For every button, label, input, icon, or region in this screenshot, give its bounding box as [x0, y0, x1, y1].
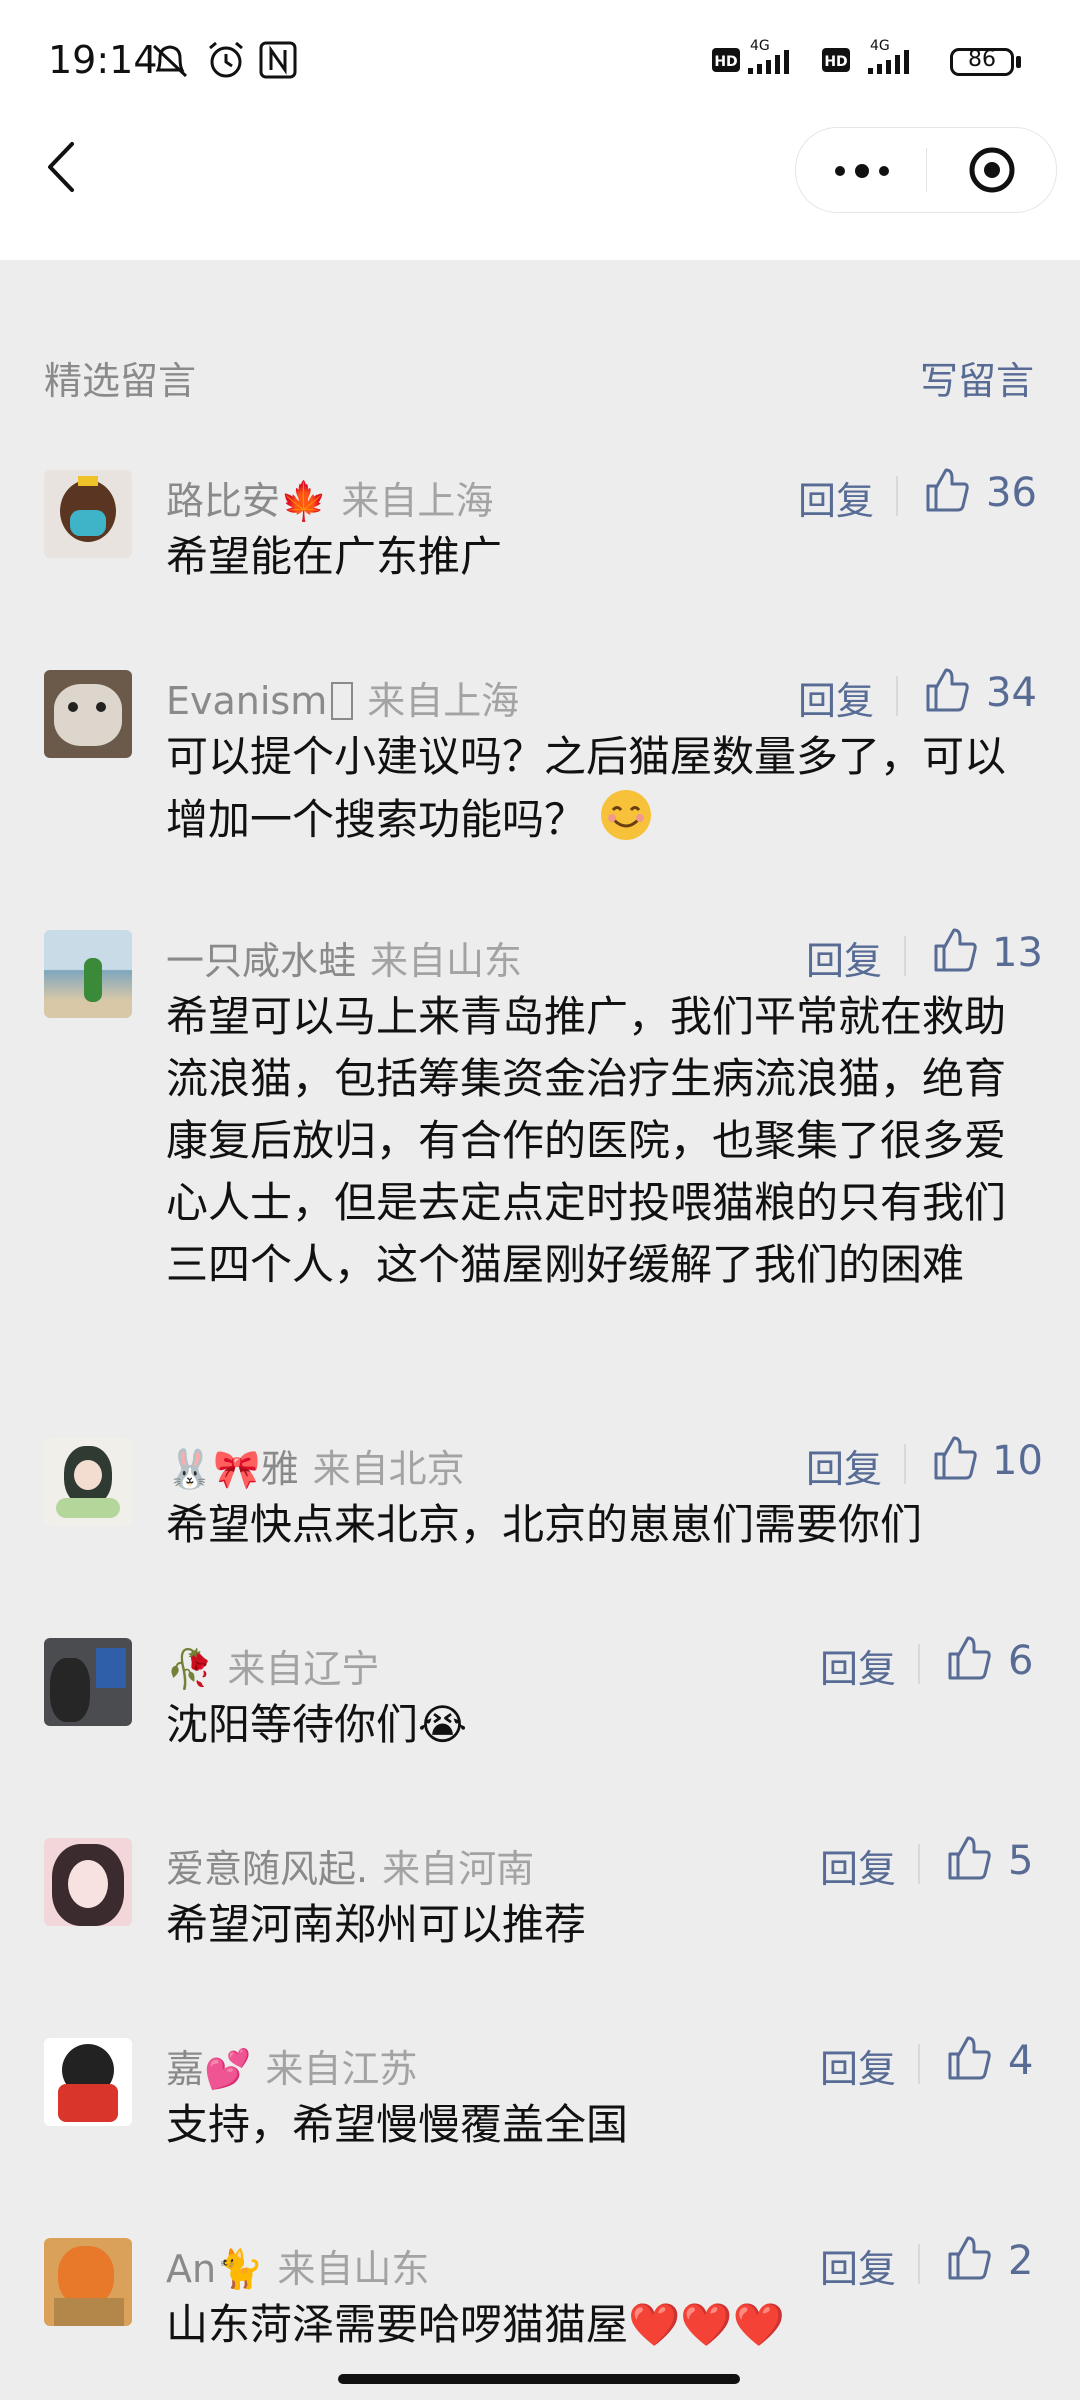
divider — [918, 1644, 920, 1684]
author-location: 来自上海 — [341, 479, 494, 523]
write-comment-button[interactable]: 写留言 — [920, 350, 1034, 405]
thumbs-up-icon[interactable] — [946, 1834, 992, 1882]
comment-author: Evanism 来自上海 — [166, 670, 519, 725]
divider — [896, 476, 898, 516]
svg-text:4G: 4G — [870, 38, 890, 54]
thumbs-up-icon[interactable] — [946, 2034, 992, 2082]
author-name: 路比安🍁 — [166, 479, 328, 523]
author-name: Evanism — [166, 679, 328, 723]
avatar[interactable] — [44, 1838, 132, 1926]
like-count: 34 — [986, 670, 1037, 716]
author-name: 嘉💕 — [166, 2047, 252, 2091]
like-count: 2 — [1008, 2238, 1034, 2284]
reply-button[interactable]: 回复 — [798, 670, 874, 725]
signal-icon: HD 4G — [712, 38, 789, 74]
divider — [904, 1444, 906, 1484]
more-dots-icon[interactable] — [832, 164, 892, 178]
divider — [904, 936, 906, 976]
comment-text: 希望河南郑州可以推荐 — [166, 1900, 587, 1949]
smiling-face-emoji-icon — [601, 790, 652, 840]
home-indicator[interactable] — [338, 2374, 740, 2384]
comment-text: 山东菏泽需要哈啰猫猫屋❤️❤️❤️ — [166, 2300, 785, 2349]
author-location: 来自山东 — [370, 939, 523, 983]
reply-button[interactable]: 回复 — [820, 2038, 896, 2093]
section-title: 精选留言 — [44, 359, 197, 403]
comment-text: 希望能在广东推广 — [166, 532, 503, 581]
comment-text: 沈阳等待你们😭 — [166, 1700, 468, 1749]
avatar[interactable] — [44, 1438, 132, 1526]
avatar[interactable] — [44, 2238, 132, 2326]
comment-text-body: 可以提个小建议吗？之后猫屋数量多了，可以增加一个搜索功能吗？ — [166, 732, 1007, 844]
divider — [918, 1844, 920, 1884]
thumbs-up-icon[interactable] — [946, 2234, 992, 2282]
reply-button[interactable]: 回复 — [806, 930, 882, 985]
status-time: 19:14 — [48, 38, 158, 82]
avatar[interactable] — [44, 1638, 132, 1726]
author-name: 🐰🎀雅 — [166, 1447, 299, 1491]
avatar[interactable] — [44, 470, 132, 558]
nfc-icon — [259, 41, 297, 79]
reply-button[interactable]: 回复 — [820, 2238, 896, 2293]
comment-author: 路比安🍁 来自上海 — [166, 470, 493, 525]
author-name: 一只咸水蛙 — [166, 939, 357, 983]
status-bar: 19:14 HD 4G HD 4G 86 — [0, 0, 1080, 130]
thumbs-up-icon[interactable] — [924, 666, 970, 714]
divider — [896, 676, 898, 716]
author-location: 来自江苏 — [265, 2047, 418, 2091]
avatar[interactable] — [44, 930, 132, 1018]
author-name: 🥀 — [166, 1647, 214, 1691]
target-icon[interactable] — [968, 146, 1016, 194]
comment-author: 🥀 来自辽宁 — [166, 1638, 379, 1693]
like-count: 13 — [992, 930, 1043, 976]
comment-author: 嘉💕 来自江苏 — [166, 2038, 417, 2093]
battery-level: 86 — [968, 47, 996, 72]
comment-author: 爱意随风起. 来自河南 — [166, 1838, 534, 1893]
like-count: 4 — [1008, 2038, 1034, 2084]
reply-button[interactable]: 回复 — [820, 1838, 896, 1893]
unknown-glyph-icon — [331, 682, 354, 720]
divider — [918, 2044, 920, 2084]
comment-author: An🐈 来自山东 — [166, 2238, 429, 2293]
svg-text:HD: HD — [824, 54, 847, 70]
author-location: 来自辽宁 — [227, 1647, 380, 1691]
comment-author: 一只咸水蛙 来自山东 — [166, 930, 522, 985]
capsule-divider — [926, 148, 927, 192]
divider — [918, 2244, 920, 2284]
like-count: 36 — [986, 470, 1037, 516]
mini-program-capsule — [795, 127, 1057, 213]
like-count: 6 — [1008, 1638, 1034, 1684]
signal-icon: HD 4G — [822, 38, 909, 74]
battery-tip — [1016, 56, 1021, 68]
author-location: 来自河南 — [382, 1847, 535, 1891]
avatar[interactable] — [44, 2038, 132, 2126]
battery-icon: 86 — [950, 47, 1014, 76]
reply-button[interactable]: 回复 — [806, 1438, 882, 1493]
like-count: 5 — [1008, 1838, 1034, 1884]
chevron-left-icon[interactable] — [40, 140, 84, 194]
comment-text: 希望快点来北京，北京的崽崽们需要你们 — [166, 1500, 923, 1549]
comment-text: 希望可以马上来青岛推广，我们平常就在救助流浪猫，包括筹集资金治疗生病流浪猫，绝育… — [166, 992, 1007, 1289]
mute-bell-icon — [152, 44, 188, 78]
author-name: 爱意随风起. — [166, 1847, 369, 1891]
comment-text: 可以提个小建议吗？之后猫屋数量多了，可以增加一个搜索功能吗？ — [166, 726, 1046, 851]
comment-text: 支持，希望慢慢覆盖全国 — [166, 2100, 629, 2149]
thumbs-up-icon[interactable] — [924, 466, 970, 514]
like-count: 10 — [992, 1438, 1043, 1484]
author-location: 来自上海 — [367, 679, 520, 723]
reply-button[interactable]: 回复 — [798, 470, 874, 525]
thumbs-up-icon[interactable] — [946, 1634, 992, 1682]
thumbs-up-icon[interactable] — [932, 1434, 978, 1482]
alarm-icon — [209, 41, 243, 78]
author-name: An🐈 — [166, 2247, 264, 2291]
author-location: 来自北京 — [312, 1447, 465, 1491]
avatar[interactable] — [44, 670, 132, 758]
thumbs-up-icon[interactable] — [932, 926, 978, 974]
author-location: 来自山东 — [277, 2247, 430, 2291]
svg-text:HD: HD — [714, 54, 737, 70]
comment-author: 🐰🎀雅 来自北京 — [166, 1438, 465, 1493]
reply-button[interactable]: 回复 — [820, 1638, 896, 1693]
svg-text:4G: 4G — [750, 38, 770, 54]
